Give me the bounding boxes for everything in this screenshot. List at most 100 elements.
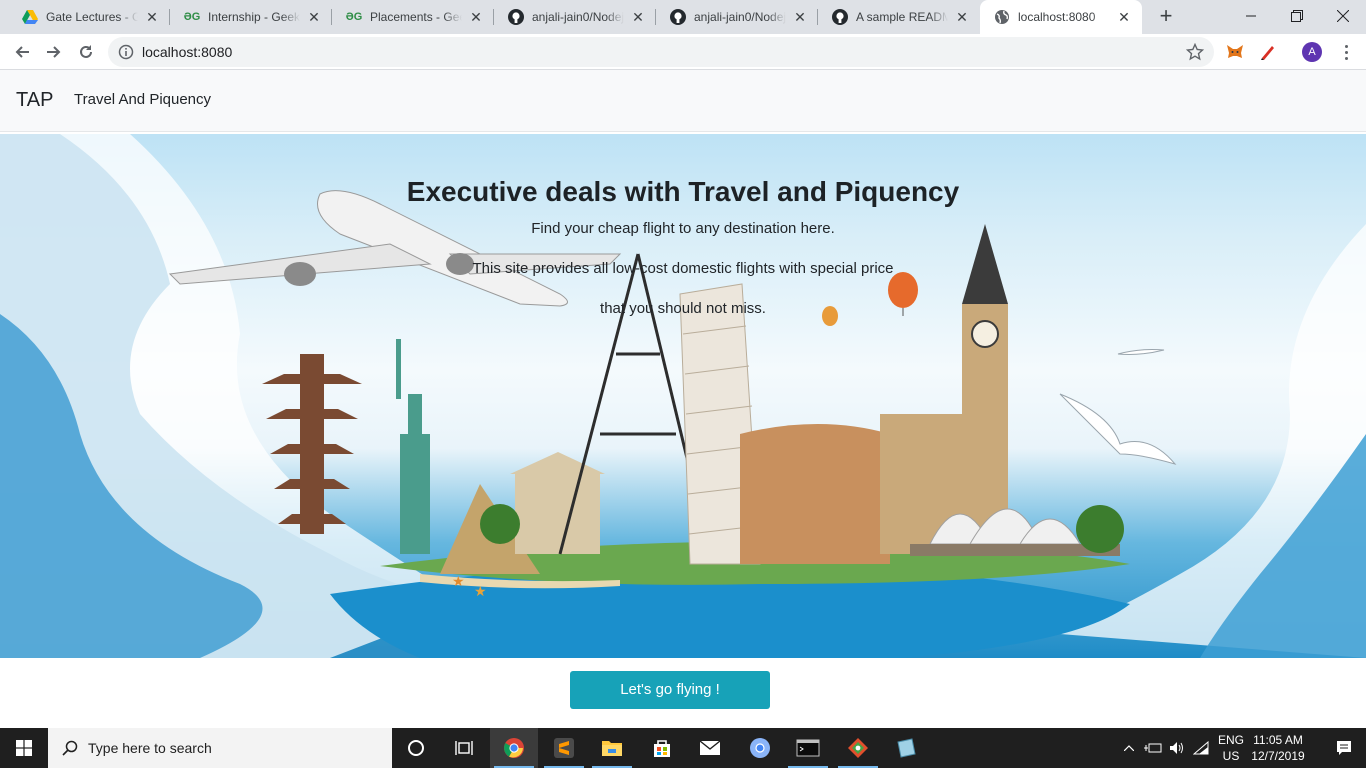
tab-internship[interactable]: ƏG Internship - Geeks ✕ (170, 0, 332, 34)
show-hidden-icons-button[interactable] (1120, 728, 1138, 768)
clock-time: 11:05 AM (1253, 733, 1303, 747)
back-arrow-icon (15, 46, 29, 58)
gfg-icon: ƏG (345, 11, 363, 23)
battery-plug-icon (1144, 743, 1162, 753)
cortana-circle-icon (408, 740, 424, 756)
forward-arrow-icon (47, 46, 61, 58)
tab-github-1[interactable]: anjali-jain0/Nodejs ✕ (494, 0, 656, 34)
mail-icon (699, 740, 721, 755)
reload-icon (80, 45, 92, 58)
taskbar-notes-app[interactable] (882, 728, 930, 768)
info-icon (118, 44, 134, 60)
git-gui-icon (848, 738, 868, 758)
reload-button[interactable] (72, 38, 100, 66)
globe-icon (994, 9, 1010, 25)
search-icon (62, 740, 78, 756)
taskbar-chrome-secondary[interactable] (736, 728, 784, 768)
taskbar-search-box[interactable]: Type here to search (48, 728, 392, 768)
forward-button[interactable] (40, 38, 68, 66)
volume-tray-button[interactable] (1166, 728, 1188, 768)
hero-description-line-1: This site provides all low-cost domestic… (472, 260, 894, 277)
close-icon[interactable]: ✕ (954, 9, 970, 25)
terminal-icon (796, 739, 820, 757)
hero-banner: ★ ★ Executive deals with Travel and Piqu… (0, 134, 1366, 658)
start-button[interactable] (0, 728, 48, 768)
power-tray-button[interactable] (1142, 728, 1164, 768)
bookmark-star-icon[interactable] (1186, 43, 1204, 61)
tab-title: localhost:8080 (1018, 10, 1096, 24)
travel-landmarks-image: ★ ★ (0, 134, 1366, 658)
taskbar-terminal-app[interactable] (784, 728, 832, 768)
github-icon (670, 9, 686, 25)
restore-icon (1291, 10, 1303, 22)
close-window-icon (1337, 10, 1349, 22)
taskbar-chrome-app[interactable] (490, 728, 538, 768)
close-icon[interactable]: ✕ (1116, 9, 1132, 25)
folder-icon (602, 741, 622, 756)
close-window-button[interactable] (1320, 0, 1366, 32)
lets-go-flying-button[interactable]: Let's go flying ! (570, 671, 770, 709)
restore-button[interactable] (1274, 0, 1320, 32)
tab-localhost[interactable]: localhost:8080 ✕ (980, 0, 1142, 34)
close-icon[interactable]: ✕ (468, 9, 484, 25)
tab-title: Placements - Geek (370, 10, 462, 24)
sublime-text-icon (554, 738, 574, 758)
site-navbar: TAP Travel And Piquency (0, 70, 1366, 132)
tab-title: anjali-jain0/Nodejs (694, 10, 786, 24)
close-icon[interactable]: ✕ (144, 9, 160, 25)
search-placeholder: Type here to search (88, 740, 212, 756)
web-page: TAP Travel And Piquency ★ ★ Executive de… (0, 70, 1366, 728)
metamask-extension-icon[interactable] (1225, 42, 1245, 62)
task-view-button[interactable] (440, 728, 488, 768)
hero-description-line-2: that you should not miss. (600, 300, 766, 317)
cortana-button[interactable] (392, 728, 440, 768)
tab-gate-lectures[interactable]: Gate Lectures - Go ✕ (8, 0, 170, 34)
close-icon[interactable]: ✕ (630, 9, 646, 25)
back-button[interactable] (8, 38, 36, 66)
tab-title: A sample README (856, 10, 948, 24)
task-view-icon (455, 741, 473, 755)
new-tab-button[interactable]: + (1154, 5, 1178, 29)
clock-date: 12/7/2019 (1251, 749, 1305, 763)
tab-github-2[interactable]: anjali-jain0/Nodejs ✕ (656, 0, 818, 34)
hero-subtitle: Find your cheap flight to any destinatio… (531, 220, 835, 237)
minimize-button[interactable] (1228, 0, 1274, 32)
taskbar-clock[interactable]: 11:05 AM 12/7/2019 (1242, 732, 1314, 764)
taskbar-store-app[interactable] (638, 728, 686, 768)
address-bar[interactable]: localhost:8080 (108, 37, 1214, 67)
wifi-icon (1193, 741, 1209, 755)
taskbar-git-app[interactable] (834, 728, 882, 768)
pen-extension-icon[interactable] (1258, 42, 1278, 62)
store-bag-icon (654, 740, 670, 757)
google-drive-icon (22, 9, 38, 25)
svg-text:★: ★ (452, 574, 465, 590)
action-center-button[interactable] (1322, 728, 1366, 768)
browser-tab-strip: Gate Lectures - Go ✕ ƏG Internship - Gee… (0, 0, 1366, 34)
windows-taskbar: Type here to search ENG US 11:05 AM 12/7… (0, 728, 1366, 768)
network-tray-button[interactable] (1190, 728, 1212, 768)
notepad-icon (897, 738, 916, 758)
windows-logo-icon (16, 740, 32, 756)
taskbar-sublime-app[interactable] (540, 728, 588, 768)
profile-avatar[interactable]: A (1302, 42, 1322, 62)
tab-title: Gate Lectures - Go (46, 10, 138, 24)
url-text[interactable]: localhost:8080 (142, 44, 232, 60)
chevron-up-icon (1124, 745, 1134, 751)
tab-title: Internship - Geeks (208, 10, 300, 24)
close-icon[interactable]: ✕ (306, 9, 322, 25)
chrome-icon (750, 738, 770, 758)
svg-text:★: ★ (474, 584, 487, 600)
nav-link-travel[interactable]: Travel And Piquency (74, 91, 211, 108)
tab-readme[interactable]: A sample README ✕ (818, 0, 980, 34)
minimize-icon (1246, 15, 1256, 17)
browser-toolbar: localhost:8080 A (0, 34, 1366, 70)
menu-kebab-icon[interactable] (1340, 42, 1352, 62)
close-icon[interactable]: ✕ (792, 9, 808, 25)
tab-title: anjali-jain0/Nodejs (532, 10, 624, 24)
taskbar-mail-app[interactable] (686, 728, 734, 768)
tab-placements[interactable]: ƏG Placements - Geek ✕ (332, 0, 494, 34)
gfg-icon: ƏG (183, 11, 201, 23)
taskbar-file-explorer[interactable] (588, 728, 636, 768)
chrome-icon (504, 738, 524, 758)
site-brand[interactable]: TAP (16, 89, 53, 112)
